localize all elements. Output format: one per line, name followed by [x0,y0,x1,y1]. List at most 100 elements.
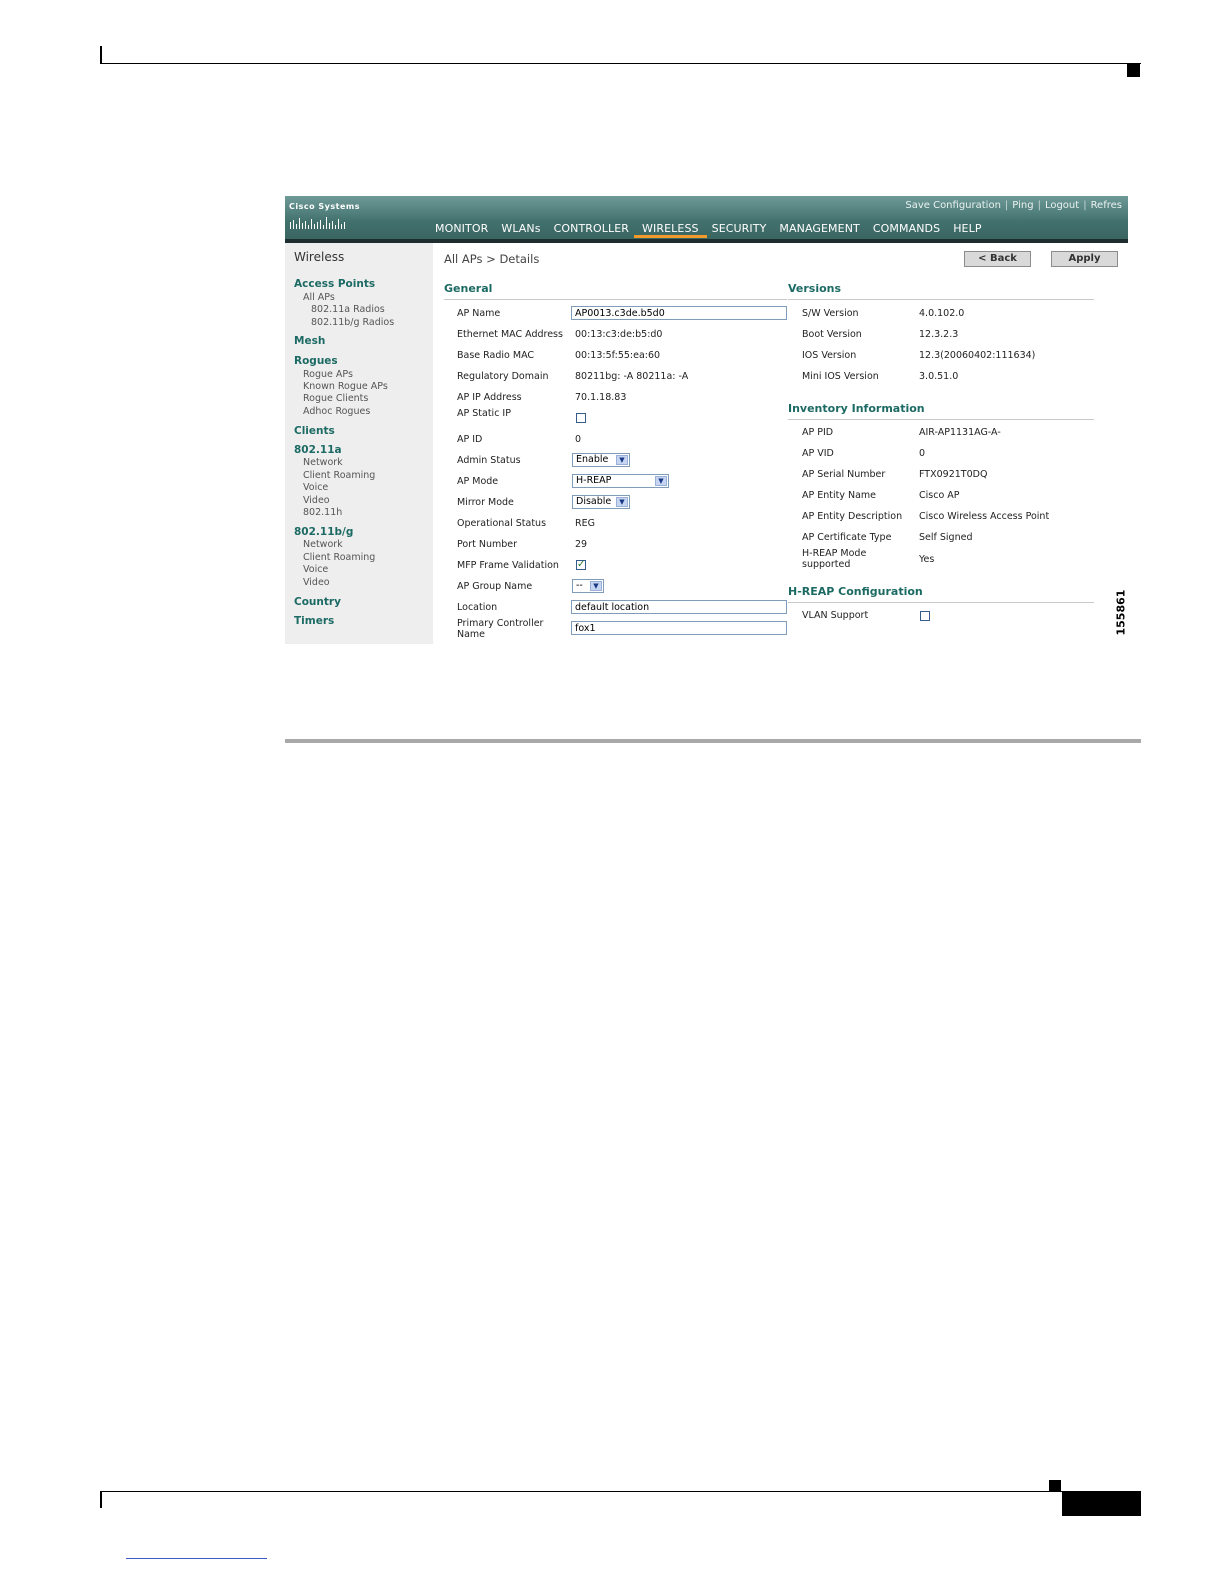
apply-button[interactable]: Apply [1051,251,1118,267]
sidebar-section-rogues[interactable]: Rogues [294,355,338,367]
nav-security[interactable]: SECURITY [712,222,767,238]
ap-mode-select[interactable]: H-REAP ▼ [572,474,669,488]
sidebar-item-a-network[interactable]: Network [303,457,343,468]
chevron-down-icon: ▼ [616,455,628,465]
versions-divider [788,299,1094,300]
sidebar-item-bg-network[interactable]: Network [303,539,343,550]
primary-controller-label-line2: Name [457,629,486,640]
nav-wireless[interactable]: WIRELESS [634,222,707,238]
sidebar-item-bg-voice[interactable]: Voice [303,564,328,575]
sidebar-item-a-80211h[interactable]: 802.11h [303,507,342,518]
hreap-mode-label: H-REAP Mode [802,548,867,559]
port-number-value: 29 [575,539,588,550]
mini-ios-version-value: 3.0.51.0 [919,371,959,382]
ap-entity-name-label: AP Entity Name [802,490,877,501]
location-label: Location [457,602,498,613]
ap-entity-description-label: AP Entity Description [802,511,903,522]
refresh-link[interactable]: Refres [1087,200,1126,211]
ap-mode-label: AP Mode [457,476,499,487]
nav-help[interactable]: HELP [953,222,981,238]
admin-status-value: Enable [576,454,609,465]
inventory-divider [788,419,1094,420]
sidebar-item-rogue-aps[interactable]: Rogue APs [303,369,353,380]
ap-ip-address-label: AP IP Address [457,392,522,403]
ap-vid-label: AP VID [802,448,834,459]
sidebar-section-country[interactable]: Country [294,596,341,608]
sidebar-section-timers[interactable]: Timers [294,615,334,627]
general-heading: General [444,282,493,295]
mfp-frame-validation-checkbox[interactable]: ✓ [576,560,586,570]
logout-link[interactable]: Logout [1041,200,1083,211]
mirror-mode-select[interactable]: Disable ▼ [572,495,630,509]
logo-text: Cisco Systems [289,202,360,211]
ap-ip-address-value: 70.1.18.83 [575,392,627,403]
chevron-down-icon: ▼ [616,497,628,507]
sw-version-value: 4.0.102.0 [919,308,965,319]
sidebar-section-mesh[interactable]: Mesh [294,335,325,347]
sidebar-item-bg-video[interactable]: Video [303,577,330,588]
footer-page-block [1062,1492,1141,1516]
ethernet-mac-value: 00:13:c3:de:b5:d0 [575,329,663,340]
mirror-mode-label: Mirror Mode [457,497,514,508]
ap-id-value: 0 [575,434,582,445]
nav-management[interactable]: MANAGEMENT [779,222,859,238]
ping-link[interactable]: Ping [1008,200,1037,211]
sw-version-label: S/W Version [802,308,859,319]
versions-heading: Versions [788,282,842,295]
sidebar-item-rogue-clients[interactable]: Rogue Clients [303,393,368,404]
ap-name-label: AP Name [457,308,501,319]
sidebar-item-80211bg-radios[interactable]: 802.11b/g Radios [311,317,394,328]
vlan-support-checkbox[interactable] [920,611,930,621]
figure-number: 155861 [1114,589,1128,636]
chevron-down-icon: ▼ [590,581,602,591]
mini-ios-version-label: Mini IOS Version [802,371,879,382]
controller-screenshot: Cisco Systems Save Configuration | Ping | Lo… [285,196,1128,644]
primary-controller-input[interactable]: fox1 [571,621,787,635]
sidebar-item-80211a-radios[interactable]: 802.11a Radios [311,304,385,315]
sidebar-item-known-rogue-aps[interactable]: Known Rogue APs [303,381,388,392]
nav-commands[interactable]: COMMANDS [873,222,940,238]
sidebar-item-bg-client-roaming[interactable]: Client Roaming [303,552,375,563]
ap-group-name-label: AP Group Name [457,581,533,592]
back-button[interactable]: < Back [964,251,1031,267]
sidebar-item-a-client-roaming[interactable]: Client Roaming [303,470,375,481]
hreap-mode-value: Yes [919,554,935,565]
ap-serial-number-label: AP Serial Number [802,469,886,480]
sidebar: Wireless Access Points All APs 802.11a R… [285,243,433,644]
hreap-config-heading: H-REAP Configuration [788,585,923,598]
regulatory-domain-label: Regulatory Domain [457,371,549,382]
nav-monitor[interactable]: MONITOR [435,222,488,238]
sidebar-item-all-aps[interactable]: All APs [303,292,335,303]
sidebar-section-80211a[interactable]: 802.11a [294,444,342,456]
sidebar-section-access-points[interactable]: Access Points [294,278,375,290]
ap-pid-value: AIR-AP1131AG-A- [919,427,1001,438]
footer-rule [100,1491,1141,1492]
ap-name-input[interactable]: AP0013.c3de.b5d0 [571,306,787,320]
sidebar-section-clients[interactable]: Clients [294,425,335,437]
sidebar-title: Wireless [294,250,345,264]
ap-vid-value: 0 [919,448,926,459]
header-tick [100,46,102,64]
ap-pid-label: AP PID [802,427,834,438]
header-marker [1127,64,1140,77]
sidebar-item-a-video[interactable]: Video [303,495,330,506]
location-input[interactable]: default location [571,600,787,614]
inventory-heading: Inventory Information [788,402,925,415]
nav-wlans[interactable]: WLANs [501,222,540,238]
general-divider [444,299,787,300]
footer-link-underline[interactable] [126,1558,267,1559]
sidebar-item-adhoc-rogues[interactable]: Adhoc Rogues [303,406,370,417]
nav-controller[interactable]: CONTROLLER [554,222,629,238]
ios-version-value: 12.3(20060402:111634) [919,350,1036,361]
ap-group-name-select[interactable]: -- ▼ [572,579,604,593]
save-configuration-link[interactable]: Save Configuration [901,200,1005,211]
port-number-label: Port Number [457,539,518,550]
logo-bars-icon [290,217,345,229]
admin-status-select[interactable]: Enable ▼ [572,453,630,467]
sidebar-section-80211bg[interactable]: 802.11b/g [294,526,353,538]
ap-static-ip-checkbox[interactable] [576,413,586,423]
checkmark-icon: ✓ [577,559,586,570]
ios-version-label: IOS Version [802,350,857,361]
mfp-frame-validation-label: MFP Frame Validation [457,560,559,571]
sidebar-item-a-voice[interactable]: Voice [303,482,328,493]
